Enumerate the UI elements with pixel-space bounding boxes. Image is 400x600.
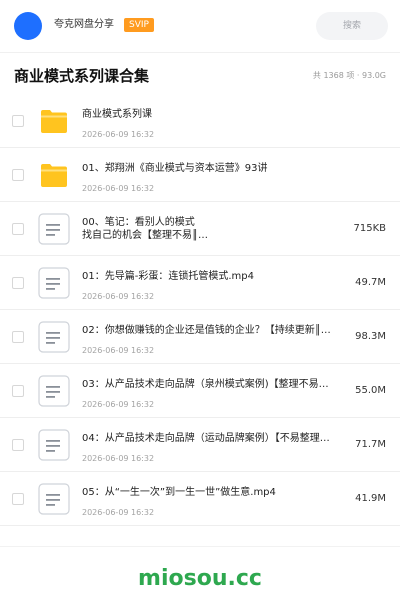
watermark: miosou.cc xyxy=(138,566,262,591)
file-name: 00、笔记：看别人的模式 找自己的机会【整理不易║… xyxy=(82,216,347,246)
list-item[interactable]: 01：先导篇-彩蛋：连锁托管模式.mp4 2026-06-09 16:32 49… xyxy=(0,256,400,310)
file-list: 商业模式系列课 2026-06-09 16:32 01、郑翔洲《商业模式与资本运… xyxy=(0,94,400,526)
file-name: 03：从产品技术走向品牌（泉州模式案例)【整理不易… xyxy=(82,379,329,390)
select-checkbox[interactable] xyxy=(12,385,24,397)
file-date: 2026-06-09 16:32 xyxy=(82,184,155,193)
file-date: 2026-06-09 16:32 xyxy=(82,400,155,409)
page-title: 商业模式系列课合集 xyxy=(14,67,150,85)
select-checkbox[interactable] xyxy=(12,277,24,289)
file-name: 01：先导篇-彩蛋：连锁托管模式.mp4 xyxy=(82,271,254,282)
svip-badge: SVIP xyxy=(124,18,154,32)
select-checkbox[interactable] xyxy=(12,493,24,505)
document-icon xyxy=(38,429,70,461)
select-checkbox[interactable] xyxy=(12,115,24,127)
list-item[interactable]: 00、笔记：看别人的模式 找自己的机会【整理不易║… 715KB xyxy=(0,202,400,256)
list-item[interactable]: 05：从“一生一次”到一生一世”做生意.mp4 2026-06-09 16:32… xyxy=(0,472,400,526)
document-icon xyxy=(38,267,70,299)
file-size: 55.0M xyxy=(355,385,386,396)
file-name-line2: 找自己的机会【整理不易║… xyxy=(82,230,209,241)
list-item[interactable]: 04：从产品技术走向品牌（运动品牌案例）【不易整理… 2026-06-09 16… xyxy=(0,418,400,472)
list-item[interactable]: 01、郑翔洲《商业模式与资本运营》93讲 2026-06-09 16:32 xyxy=(0,148,400,202)
document-icon xyxy=(38,375,70,407)
file-size: 71.7M xyxy=(355,439,386,450)
list-item[interactable]: 03：从产品技术走向品牌（泉州模式案例)【整理不易… 2026-06-09 16… xyxy=(0,364,400,418)
file-date: 2026-06-09 16:32 xyxy=(82,508,155,517)
list-item[interactable]: 商业模式系列课 2026-06-09 16:32 xyxy=(0,94,400,148)
document-icon xyxy=(38,321,70,353)
folder-icon xyxy=(41,110,67,133)
file-size: 715KB xyxy=(353,223,386,234)
file-size: 49.7M xyxy=(355,277,386,288)
select-checkbox[interactable] xyxy=(12,439,24,451)
document-icon xyxy=(38,213,70,245)
file-size: 98.3M xyxy=(355,331,386,342)
file-date: 2026-06-09 16:32 xyxy=(82,292,155,301)
file-name: 05：从“一生一次”到一生一世”做生意.mp4 xyxy=(82,487,276,498)
folder-icon xyxy=(41,164,67,187)
file-date: 2026-06-09 16:32 xyxy=(82,346,155,355)
share-header: 夸克网盘分享 SVIP 搜索 xyxy=(0,0,400,53)
list-item[interactable]: 02：你想做赚钱的企业还是值钱的企业？【持续更新║… 2026-06-09 16… xyxy=(0,310,400,364)
file-name: 商业模式系列课 xyxy=(82,109,152,120)
app-name: 夸克网盘分享 xyxy=(54,19,114,30)
file-name-line1: 00、笔记：看别人的模式 xyxy=(82,217,195,228)
divider xyxy=(0,546,400,547)
file-name: 02：你想做赚钱的企业还是值钱的企业？【持续更新║… xyxy=(82,325,331,336)
search-input[interactable]: 搜索 xyxy=(316,12,388,40)
file-name: 01、郑翔洲《商业模式与资本运营》93讲 xyxy=(82,163,268,174)
file-date: 2026-06-09 16:32 xyxy=(82,454,155,463)
select-checkbox[interactable] xyxy=(12,223,24,235)
select-checkbox[interactable] xyxy=(12,169,24,181)
select-checkbox[interactable] xyxy=(12,331,24,343)
file-size: 41.9M xyxy=(355,493,386,504)
file-name: 04：从产品技术走向品牌（运动品牌案例）【不易整理… xyxy=(82,433,330,444)
item-count-summary: 共 1368 项 · 93.0G xyxy=(312,71,386,80)
avatar[interactable] xyxy=(14,12,42,40)
document-icon xyxy=(38,483,70,515)
file-date: 2026-06-09 16:32 xyxy=(82,130,155,139)
